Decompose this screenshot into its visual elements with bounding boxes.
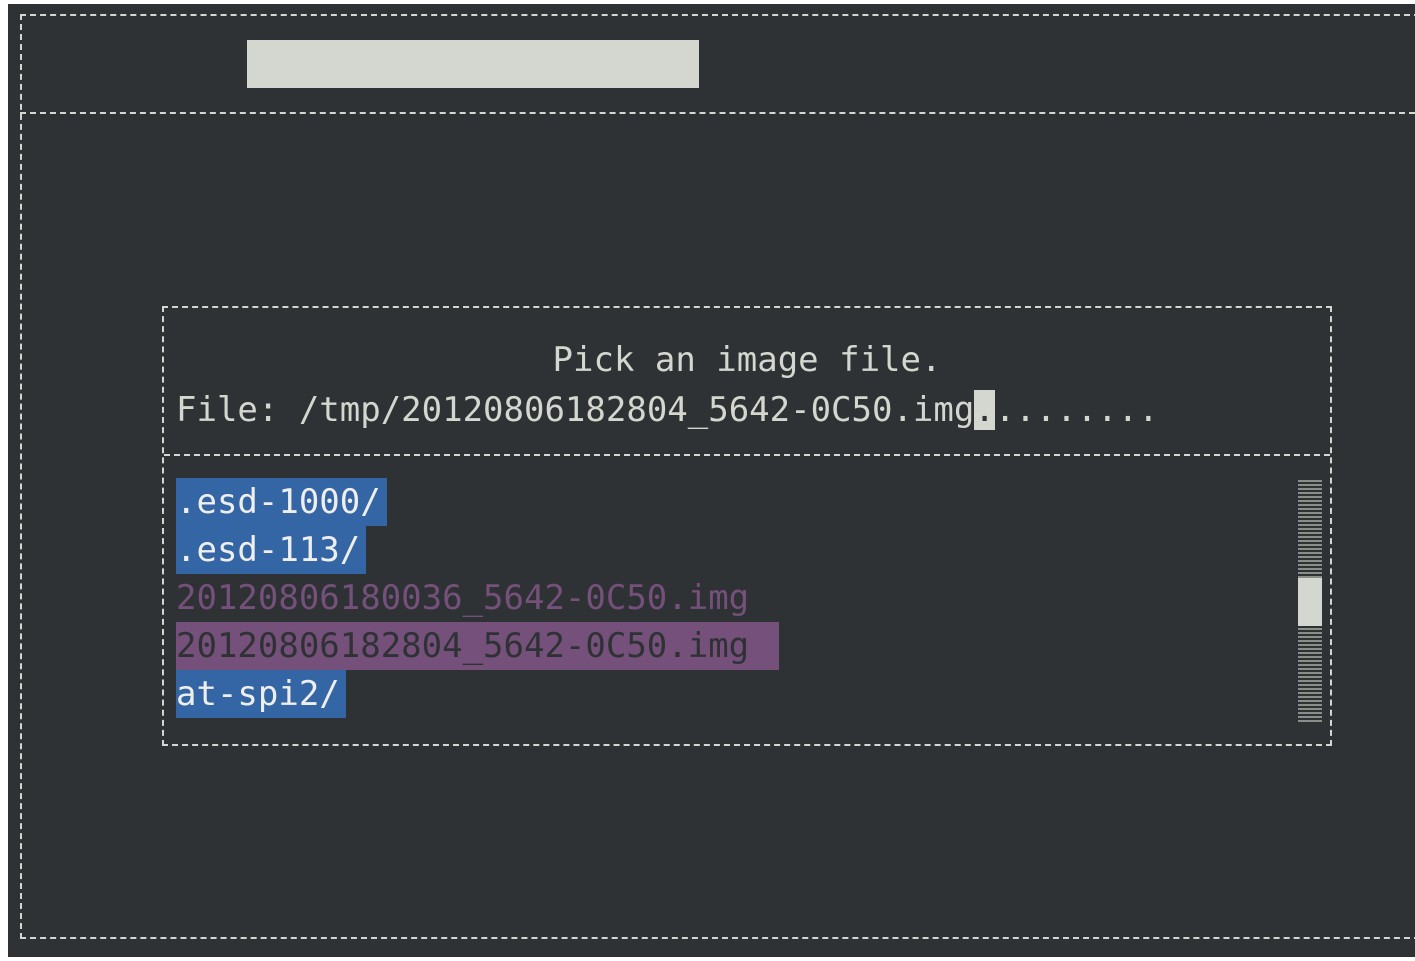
- text-cursor: .: [974, 390, 995, 430]
- header-separator: [20, 112, 1415, 114]
- list-item-label: at-spi2/: [176, 670, 346, 718]
- list-item-at-spi2[interactable]: at-spi2/: [176, 670, 779, 718]
- list-item-label: 20120806182804_5642-0C50.img: [176, 622, 780, 670]
- title-bar: [247, 40, 699, 88]
- dialog-separator: [164, 454, 1330, 456]
- file-path-input[interactable]: File: /tmp/20120806182804_5642-0C50.img.…: [176, 386, 1159, 434]
- dialog-prompt: Pick an image file.: [552, 340, 942, 380]
- list-item-image-182804[interactable]: 20120806182804_5642-0C50.img: [176, 622, 780, 670]
- file-list: .esd-1000/ .esd-113/ 20120806180036_5642…: [176, 478, 780, 718]
- list-item-label: .esd-1000/: [176, 478, 387, 526]
- file-picker-dialog: Pick an image file. File: /tmp/201208061…: [162, 306, 1332, 746]
- terminal-screen: Pick an image file. File: /tmp/201208061…: [8, 4, 1415, 957]
- input-fill: ........: [994, 390, 1159, 430]
- list-item-image-180036[interactable]: 20120806180036_5642-0C50.img: [176, 574, 779, 622]
- file-path-value: /tmp/20120806182804_5642-0C50.img: [298, 390, 975, 430]
- list-item-label: 20120806180036_5642-0C50.img: [176, 578, 750, 618]
- list-item-esd-113[interactable]: .esd-113/: [176, 526, 779, 574]
- list-item-label: .esd-113/: [176, 526, 367, 574]
- list-scrollbar[interactable]: [1298, 480, 1322, 724]
- scrollbar-thumb[interactable]: [1298, 578, 1322, 626]
- file-label: File:: [176, 390, 299, 430]
- list-item-esd-1000[interactable]: .esd-1000/: [176, 478, 779, 526]
